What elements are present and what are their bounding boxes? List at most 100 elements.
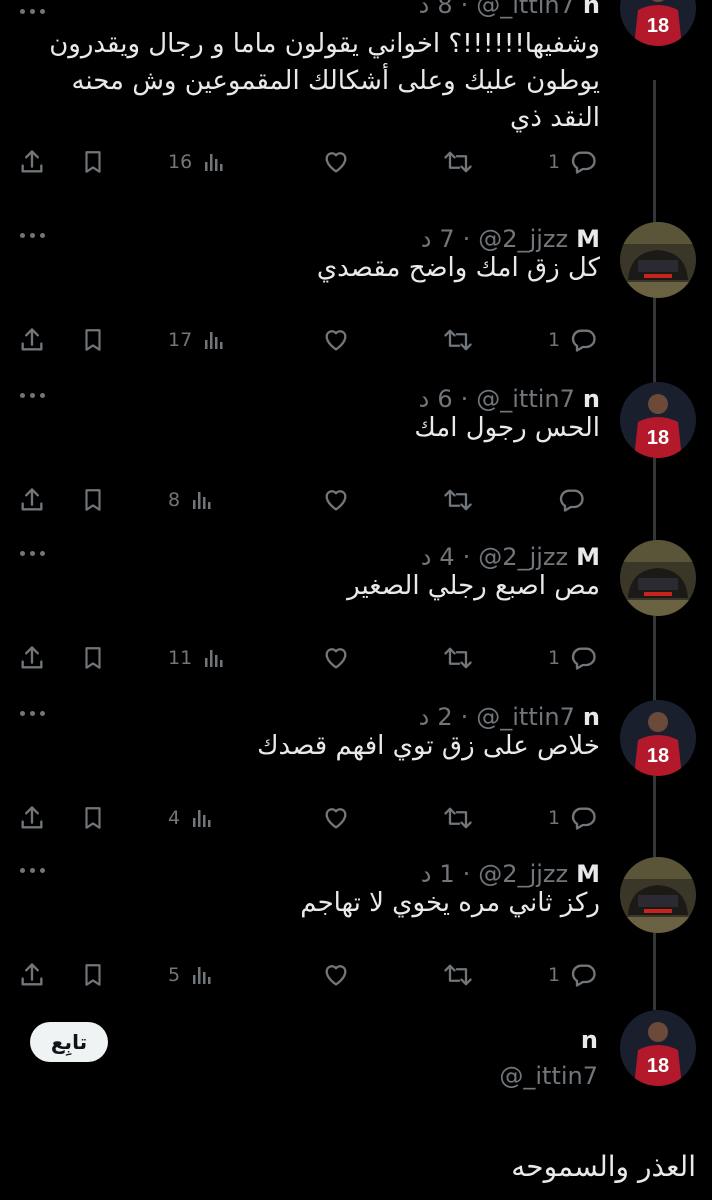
share-button[interactable] <box>18 955 46 995</box>
more-icon[interactable] <box>20 390 50 400</box>
author-handle[interactable]: @2_jjzz <box>478 225 568 253</box>
reply-count: 1 <box>548 647 561 669</box>
more-icon[interactable] <box>20 865 50 875</box>
views-count: 16 <box>168 151 193 173</box>
tweet-text: خلاص على زق توي افهم قصدك <box>257 731 600 761</box>
share-button[interactable] <box>18 798 46 838</box>
retweet-button[interactable] <box>442 638 484 678</box>
author-name[interactable]: M <box>576 225 600 253</box>
reply-button[interactable]: 1 <box>548 320 598 360</box>
author-name[interactable]: M <box>576 543 600 571</box>
reply-button[interactable] <box>548 480 586 520</box>
jersey-avatar-image: 18 <box>620 1010 696 1086</box>
retweet-button[interactable] <box>442 480 484 520</box>
more-icon[interactable] <box>20 548 50 558</box>
profile-handle: @_ittin7 <box>499 1062 598 1090</box>
like-button[interactable] <box>322 798 360 838</box>
tweet[interactable]: 18 n @_ittin7 · 6 د الحس رجول امك 8 <box>0 378 712 528</box>
timestamp[interactable]: 1 <box>439 860 454 888</box>
separator-dot: · <box>460 0 469 19</box>
follow-button[interactable]: تابِع <box>30 1022 108 1062</box>
avatar[interactable]: 18 <box>620 382 696 458</box>
share-button[interactable] <box>18 142 46 182</box>
time-unit: د <box>418 703 430 731</box>
author-handle[interactable]: @2_jjzz <box>478 543 568 571</box>
bookmark-button[interactable] <box>80 142 106 182</box>
avatar[interactable] <box>620 540 696 616</box>
views-icon <box>190 488 214 512</box>
tweet[interactable]: M @2_jjzz · 4 د مص اصبع رجلي الصغير 11 1 <box>0 536 712 686</box>
bookmark-button[interactable] <box>80 480 106 520</box>
author-handle[interactable]: @_ittin7 <box>476 703 575 731</box>
more-icon[interactable] <box>20 230 50 240</box>
tweet[interactable]: M @2_jjzz · 7 د كل زق امك واضح مقصدي 17 1 <box>0 218 712 368</box>
author-handle[interactable]: @_ittin7 <box>476 385 575 413</box>
timestamp[interactable]: 7 <box>439 225 454 253</box>
reply-button[interactable]: 1 <box>548 638 598 678</box>
views-button[interactable]: 4 <box>168 798 214 838</box>
like-button[interactable] <box>322 142 360 182</box>
retweet-icon <box>442 961 474 989</box>
avatar[interactable]: 18 <box>620 700 696 776</box>
views-button[interactable]: 8 <box>168 480 214 520</box>
tweet[interactable]: M @2_jjzz · 1 د ركز ثاني مره يخوي لا تهاجم 5 1 <box>0 853 712 1003</box>
like-button[interactable] <box>322 638 360 678</box>
avatar[interactable] <box>620 857 696 933</box>
retweet-button[interactable] <box>442 142 484 182</box>
like-button[interactable] <box>322 320 360 360</box>
author-handle[interactable]: @2_jjzz <box>478 860 568 888</box>
reply-button[interactable]: 1 <box>548 142 598 182</box>
retweet-button[interactable] <box>442 320 484 360</box>
avatar[interactable]: 18 <box>620 0 696 46</box>
avatar[interactable]: 18 <box>620 1010 696 1086</box>
action-bar: 51 <box>0 955 712 995</box>
timestamp[interactable]: 2 <box>437 703 452 731</box>
timestamp[interactable]: 8 <box>437 0 452 19</box>
share-button[interactable] <box>18 320 46 360</box>
like-button[interactable] <box>322 480 360 520</box>
retweet-icon <box>442 148 474 176</box>
time-unit: د <box>420 860 432 888</box>
views-count: 11 <box>168 647 193 669</box>
jersey-avatar-image: 18 <box>620 382 696 458</box>
profile-card: تابِع 18 n @_ittin7 العذر والسموحه <box>0 1010 712 1200</box>
share-button[interactable] <box>18 638 46 678</box>
share-button[interactable] <box>18 480 46 520</box>
timestamp[interactable]: 6 <box>437 385 452 413</box>
retweet-button[interactable] <box>442 798 484 838</box>
bookmark-button[interactable] <box>80 320 106 360</box>
share-icon <box>18 804 46 832</box>
reply-button[interactable]: 1 <box>548 955 598 995</box>
timestamp[interactable]: 4 <box>439 543 454 571</box>
share-icon <box>18 486 46 514</box>
bookmark-icon <box>80 326 106 354</box>
separator-dot: · <box>462 860 471 888</box>
retweet-button[interactable] <box>442 955 484 995</box>
avatar[interactable] <box>620 222 696 298</box>
author-name[interactable]: M <box>576 860 600 888</box>
profile-bio: العذر والسموحه <box>511 1150 696 1183</box>
views-button[interactable]: 16 <box>168 142 226 182</box>
views-button[interactable]: 17 <box>168 320 226 360</box>
more-icon[interactable] <box>20 6 50 16</box>
author-name[interactable]: n <box>583 703 600 731</box>
reply-button[interactable]: 1 <box>548 798 598 838</box>
views-button[interactable]: 5 <box>168 955 214 995</box>
tweet-text: مص اصبع رجلي الصغير <box>347 571 600 601</box>
jersey-avatar-image: 18 <box>620 0 696 46</box>
bookmark-button[interactable] <box>80 638 106 678</box>
author-name[interactable]: n <box>583 385 600 413</box>
car-avatar-image <box>620 540 696 616</box>
more-icon[interactable] <box>20 708 50 718</box>
views-button[interactable]: 11 <box>168 638 226 678</box>
author-name[interactable]: n <box>583 0 600 19</box>
tweet[interactable]: 18 n @_ittin7 · 2 د خلاص على زق توي افهم قصدك 4… <box>0 696 712 846</box>
like-icon <box>322 326 350 354</box>
bookmark-button[interactable] <box>80 955 106 995</box>
tweet[interactable]: 18 n @_ittin7 · 8 د وشفيها!!!!!!؟ اخواني يقولو… <box>0 0 712 200</box>
reply-count: 1 <box>548 807 561 829</box>
bookmark-icon <box>80 804 106 832</box>
author-handle[interactable]: @_ittin7 <box>476 0 575 19</box>
like-button[interactable] <box>322 955 360 995</box>
bookmark-button[interactable] <box>80 798 106 838</box>
